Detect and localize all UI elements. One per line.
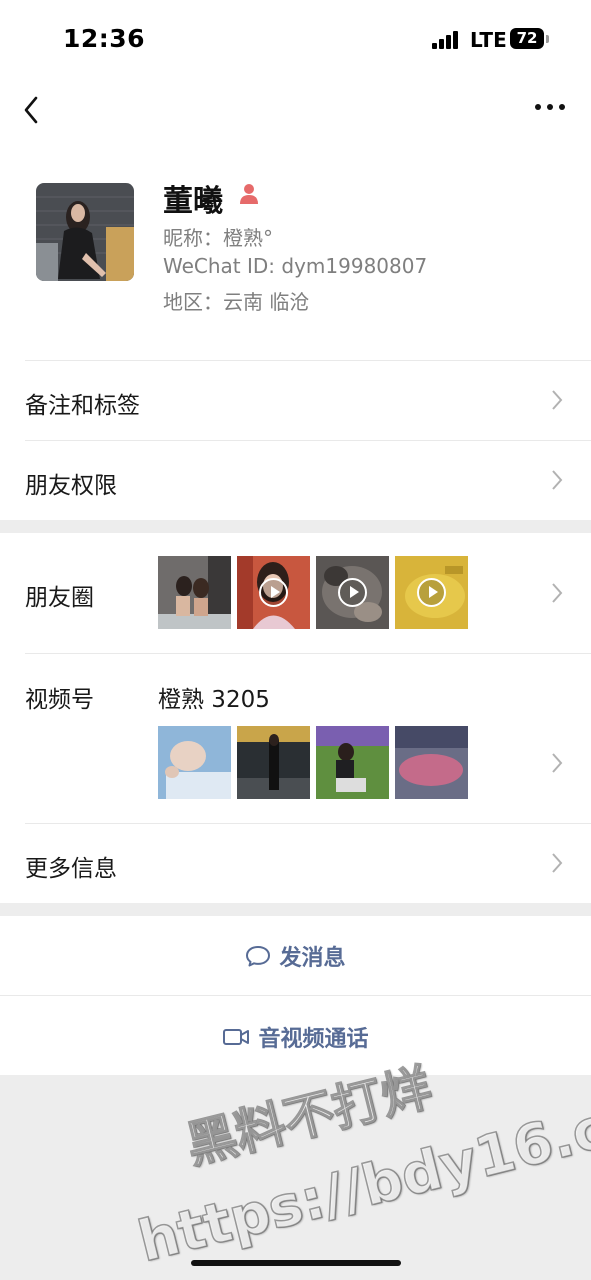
status-bar: 12:36 LTE 72 — [0, 0, 591, 80]
channels-thumbnail — [237, 726, 310, 799]
channels-thumbnail — [158, 726, 231, 799]
moments-video-thumbnail — [316, 556, 389, 629]
remarks-tags-row[interactable]: 备注和标签 — [0, 360, 591, 440]
send-message-label: 发消息 — [279, 946, 346, 971]
profile-name: 董曦 — [163, 184, 223, 219]
divider — [25, 823, 591, 824]
profile-header: 董曦 昵称：橙熟° WeChat ID: dym19980807 地区：云南 临… — [0, 140, 591, 360]
chevron-right-icon — [552, 583, 563, 603]
video-camera-icon — [223, 1029, 250, 1045]
battery-nub — [546, 35, 549, 43]
channels-thumbnail — [316, 726, 389, 799]
more-info-row[interactable]: 更多信息 — [0, 823, 591, 903]
channels-label: 视频号 — [25, 687, 94, 713]
avatar[interactable] — [36, 183, 134, 281]
profile-wechat-id: WeChat ID: dym19980807 — [163, 254, 428, 278]
play-icon — [417, 578, 446, 607]
moments-label: 朋友圈 — [25, 585, 94, 611]
divider — [0, 995, 591, 996]
moments-row[interactable]: 朋友圈 — [0, 533, 591, 653]
video-call-button[interactable]: 音视频通话 — [0, 995, 591, 1075]
more-options-icon[interactable] — [530, 92, 570, 122]
channels-row[interactable]: 视频号 橙熟 3205 — [0, 653, 591, 823]
nav-bar — [0, 80, 591, 140]
friend-permissions-row[interactable]: 朋友权限 — [0, 440, 591, 520]
profile-nickname: 昵称：橙熟° — [163, 226, 273, 250]
channels-account-name: 橙熟 3205 — [158, 687, 270, 713]
chat-bubble-icon — [246, 946, 271, 967]
divider — [25, 653, 591, 654]
back-chevron-icon[interactable] — [18, 88, 48, 128]
status-time: 12:36 — [63, 24, 146, 53]
more-info-label: 更多信息 — [25, 856, 117, 882]
profile-region: 地区：云南 临沧 — [163, 290, 310, 314]
remarks-tags-label: 备注和标签 — [25, 393, 140, 419]
divider — [25, 360, 591, 361]
video-call-label: 音视频通话 — [258, 1027, 369, 1052]
divider — [25, 440, 591, 441]
play-icon — [338, 578, 367, 607]
send-message-button[interactable]: 发消息 — [0, 916, 591, 995]
moments-thumbnail — [158, 556, 231, 629]
chevron-right-icon — [552, 390, 563, 410]
home-indicator — [191, 1260, 401, 1266]
channels-thumbnail — [395, 726, 468, 799]
battery-icon: 72 — [510, 28, 544, 49]
chevron-right-icon — [552, 470, 563, 490]
moments-video-thumbnail — [237, 556, 310, 629]
chevron-right-icon — [552, 853, 563, 873]
play-icon — [259, 578, 288, 607]
cellular-signal-icon — [432, 31, 462, 49]
chevron-right-icon — [552, 753, 563, 773]
moments-video-thumbnail — [395, 556, 468, 629]
friend-permissions-label: 朋友权限 — [25, 473, 117, 499]
network-type: LTE — [470, 28, 507, 52]
female-gender-icon — [240, 184, 258, 204]
